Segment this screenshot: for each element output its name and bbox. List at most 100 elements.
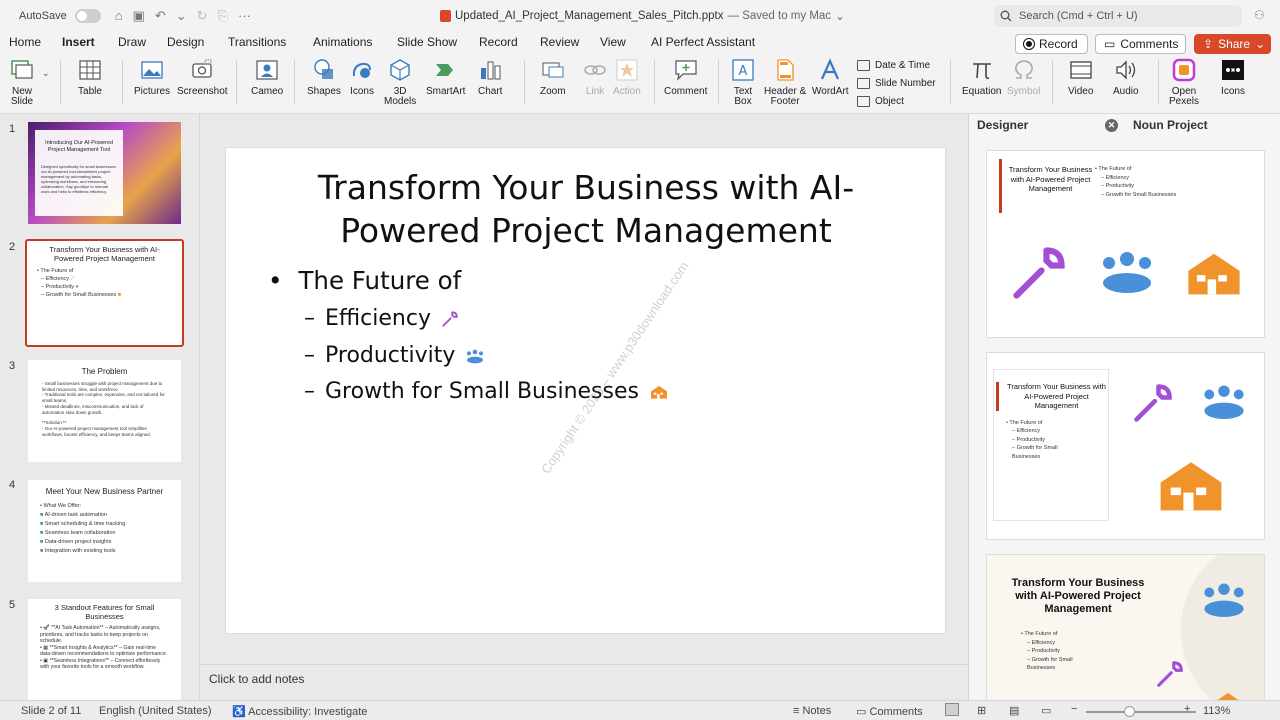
zoom-slider-handle[interactable]: [1124, 706, 1135, 717]
design-idea-card-3[interactable]: Transform Your Business with AI-Powered …: [986, 554, 1265, 700]
bullet-item[interactable]: • The Future of: [268, 266, 461, 295]
sub-bullet-productivity[interactable]: – Productivity: [304, 343, 485, 368]
tab-animations[interactable]: Animations: [313, 35, 372, 49]
zoom-level[interactable]: 113%: [1203, 705, 1230, 717]
slide-thumbnail-4[interactable]: Meet Your New Business Partner • What We…: [28, 480, 181, 582]
zoom-button[interactable]: Zoom: [540, 58, 566, 97]
audio-label: Audio: [1113, 86, 1139, 97]
text-box-button[interactable]: A Text Box: [731, 58, 755, 107]
presenter-view-icon[interactable]: ▭: [1041, 704, 1051, 717]
accessibility-status[interactable]: ♿ Accessibility: Investigate: [232, 705, 367, 718]
sub-bullet-efficiency[interactable]: – Efficiency: [304, 306, 459, 331]
noun-icons-button[interactable]: Icons: [1221, 58, 1245, 97]
tab-transitions[interactable]: Transitions: [228, 35, 286, 49]
chevron-down-icon[interactable]: ⌄: [42, 68, 50, 79]
slide-thumbnail-5[interactable]: 3 Standout Features for Small Businesses…: [28, 599, 181, 700]
shapes-button[interactable]: Shapes: [307, 58, 341, 97]
object-icon: [857, 96, 870, 107]
wordart-button[interactable]: WordArt: [812, 58, 849, 97]
mini-title-box: Transform Your Business with AI-Powered …: [999, 159, 1095, 213]
account-icon[interactable]: ⚇: [1254, 8, 1265, 22]
designer-pane: Designer ✕ Noun Project Transform Your B…: [968, 114, 1280, 700]
object-button[interactable]: Object: [857, 96, 904, 107]
chevron-down-icon[interactable]: ⌄: [176, 8, 187, 24]
slide-thumbnail-2[interactable]: Transform Your Business with AI-Powered …: [25, 239, 184, 347]
symbol-label: Symbol: [1007, 86, 1041, 97]
table-button[interactable]: Table: [78, 58, 102, 97]
audio-button[interactable]: Audio: [1113, 58, 1139, 97]
slide-title[interactable]: Transform Your Business with AI-Powered …: [266, 166, 906, 252]
symbol-button[interactable]: Symbol: [1007, 58, 1040, 97]
zoom-in-icon[interactable]: +: [1184, 703, 1190, 715]
tab-insert[interactable]: Insert: [62, 35, 95, 56]
slide-number-button[interactable]: Slide Number: [857, 78, 936, 89]
list-item: • ▦ **Smart Insights & Analytics** – Gai…: [40, 644, 168, 658]
comments-status-button[interactable]: ▭ Comments: [856, 705, 923, 718]
design-idea-card-2[interactable]: Transform Your Business with AI-Powered …: [986, 352, 1265, 540]
header-footer-button[interactable]: Header & Footer: [764, 58, 806, 107]
date-time-button[interactable]: Date & Time: [857, 60, 930, 71]
equation-button[interactable]: Equation: [962, 58, 1001, 97]
tab-record[interactable]: Record: [479, 35, 518, 49]
thumbnail-body: - Small businesses struggle with project…: [28, 376, 181, 437]
tab-designer[interactable]: Designer: [977, 118, 1028, 132]
document-title[interactable]: Updated_AI_Project_Management_Sales_Pitc…: [440, 9, 845, 23]
3d-models-button[interactable]: 3D Models: [384, 58, 416, 107]
slide-thumbnail-3[interactable]: The Problem - Small businesses struggle …: [28, 360, 181, 462]
list-item: – Productivity: [1027, 648, 1061, 654]
comment-button[interactable]: Comment: [664, 58, 707, 97]
comment-icon: ▭: [1104, 37, 1116, 51]
tab-ai-perfect-assistant[interactable]: AI Perfect Assistant: [651, 35, 755, 49]
chart-button[interactable]: Chart: [478, 58, 502, 97]
tab-slide-show[interactable]: Slide Show: [397, 35, 457, 49]
tab-view[interactable]: View: [600, 35, 626, 49]
notes-placeholder[interactable]: Click to add notes: [209, 672, 304, 686]
pictures-button[interactable]: Pictures: [134, 58, 170, 97]
sub-bullet-growth[interactable]: – Growth for Small Businesses: [304, 379, 669, 404]
language-status[interactable]: English (United States): [99, 705, 212, 717]
home-icon[interactable]: ⌂: [115, 8, 123, 24]
autosave[interactable]: AutoSave: [19, 9, 101, 23]
open-pexels-button[interactable]: Open Pexels: [1169, 58, 1199, 107]
thumbnail-body: • 🚀 **AI Task Automation** – Automatical…: [28, 621, 181, 671]
slide-canvas[interactable]: Transform Your Business with AI-Powered …: [225, 147, 946, 634]
link-button[interactable]: Link: [583, 58, 607, 97]
close-icon[interactable]: ✕: [1105, 119, 1118, 132]
screenshot-button[interactable]: Screenshot: [177, 58, 228, 97]
tab-draw[interactable]: Draw: [118, 35, 146, 49]
tab-home[interactable]: Home: [9, 35, 41, 49]
smartart-button[interactable]: SmartArt: [426, 58, 465, 97]
search-box[interactable]: Search (Cmd + Ctrl + U): [994, 5, 1242, 27]
undo-icon[interactable]: ↶: [155, 8, 166, 24]
normal-view-icon[interactable]: [945, 703, 959, 716]
video-button[interactable]: Video: [1068, 58, 1093, 97]
share-icon: ⇪: [1203, 37, 1214, 51]
icons-button[interactable]: Icons: [350, 58, 374, 97]
format-painter-icon[interactable]: ⎘: [218, 8, 228, 24]
slide-thumbnail-1[interactable]: Introducing Our AI-Powered Project Manag…: [28, 122, 181, 224]
action-button[interactable]: Action: [613, 58, 641, 97]
speaker-icon: [1116, 60, 1135, 80]
reading-view-icon[interactable]: ▤: [1009, 704, 1019, 717]
record-button[interactable]: Record: [1015, 34, 1088, 54]
tab-noun-project[interactable]: Noun Project: [1133, 118, 1208, 132]
redo-icon[interactable]: ↻: [197, 8, 208, 24]
more-icon[interactable]: ···: [238, 8, 251, 24]
list-item: – Efficiency: [1101, 174, 1130, 181]
zoom-out-icon[interactable]: −: [1071, 703, 1077, 715]
list-item: – Productivity ●: [41, 284, 79, 290]
zoom-slider-track[interactable]: [1086, 711, 1196, 713]
thumbnail-title: 3 Standout Features for Small Businesses: [54, 603, 155, 621]
autosave-toggle[interactable]: [74, 9, 101, 23]
design-idea-card-1[interactable]: Transform Your Business with AI-Powered …: [986, 150, 1265, 338]
slide-sorter-icon[interactable]: ⊞: [977, 704, 986, 717]
comments-button[interactable]: ▭ Comments: [1095, 34, 1186, 54]
notes-button[interactable]: ≡ Notes: [793, 705, 831, 717]
tab-review[interactable]: Review: [540, 35, 579, 49]
tab-design[interactable]: Design: [167, 35, 204, 49]
new-slide-button[interactable]: New Slide: [10, 58, 34, 107]
cameo-button[interactable]: Cameo: [251, 58, 283, 97]
list-item: - Missed deadlines, miscommunication, an…: [42, 403, 144, 415]
share-button[interactable]: ⇪ Share ⌄: [1194, 34, 1271, 54]
save-icon[interactable]: ▣: [133, 8, 145, 24]
